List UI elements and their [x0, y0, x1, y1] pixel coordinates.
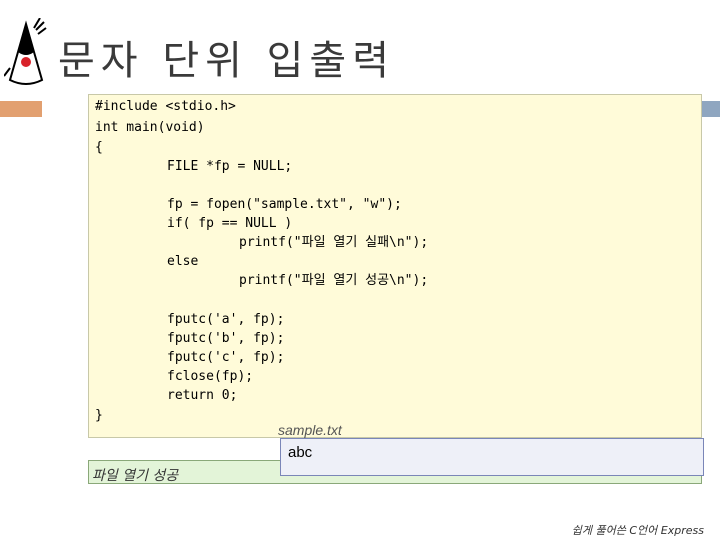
footer-text: 쉽게 풀어쓴 C언어 Express [571, 524, 704, 537]
file-content-panel [280, 438, 704, 476]
code-line: fputc('a', fp); [167, 312, 285, 327]
code-line: if( fp == NULL ) [167, 216, 293, 231]
slide-title: 문자 단위 입출력 [58, 38, 396, 84]
file-name-caption: sample.txt [278, 422, 342, 438]
file-content-text: abc [288, 444, 313, 461]
code-line: { [95, 140, 103, 155]
accent-bar-left [0, 101, 42, 117]
console-output-text: 파일 열기 성공 [92, 468, 179, 484]
code-line: FILE *fp = NULL; [167, 159, 293, 174]
accent-bar-right [702, 101, 720, 117]
code-line: else [167, 254, 199, 269]
code-line: printf("파일 열기 성공\n"); [239, 273, 429, 288]
code-line: printf("파일 열기 실패\n"); [239, 235, 429, 250]
java-duke-mascot-icon [4, 18, 47, 85]
code-line: return 0; [167, 388, 238, 403]
code-line: fclose(fp); [167, 369, 254, 384]
code-line: fputc('b', fp); [167, 331, 285, 346]
code-line: #include <stdio.h> [95, 99, 236, 114]
code-line: int main(void) [95, 120, 205, 135]
code-line: fp = fopen("sample.txt", "w"); [167, 197, 402, 212]
code-line: fputc('c', fp); [167, 350, 285, 365]
code-line: } [95, 408, 103, 423]
